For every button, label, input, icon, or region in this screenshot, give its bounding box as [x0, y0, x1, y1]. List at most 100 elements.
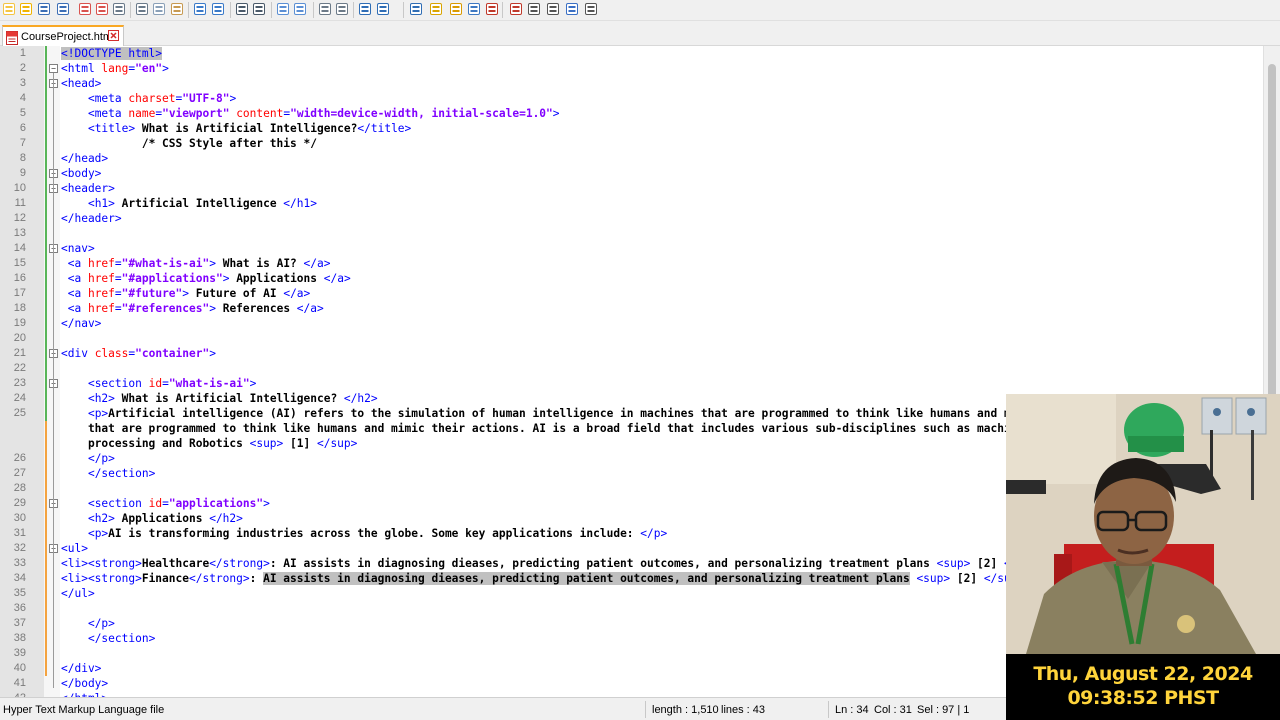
code-line: 13 — [0, 226, 1280, 241]
word-wrap-icon[interactable] — [358, 2, 372, 16]
paste-icon[interactable] — [170, 2, 184, 16]
code-token: "#what-is-ai" — [121, 257, 210, 270]
code-token: </a> — [296, 302, 324, 315]
redo-icon[interactable] — [211, 2, 225, 16]
stop-recording-icon[interactable] — [527, 2, 541, 16]
document-map-icon[interactable] — [467, 2, 481, 16]
code-token: <li><strong> — [61, 572, 142, 585]
code-token: <sup> — [249, 437, 284, 450]
line-number: 20 — [13, 332, 26, 344]
code-token: <h1> — [87, 197, 115, 210]
line-number: 29 — [13, 497, 26, 509]
status-divider — [645, 701, 646, 718]
line-number: 16 — [13, 272, 26, 284]
record-macro-icon[interactable] — [509, 2, 523, 16]
code-token: <li><strong> — [61, 557, 142, 570]
line-number: 4 — [19, 92, 26, 104]
code-token: </a> — [283, 287, 311, 300]
function-list-icon[interactable] — [429, 2, 443, 16]
code-token: > — [229, 92, 237, 105]
new-file-icon[interactable] — [2, 2, 16, 16]
code-token: = — [114, 272, 122, 285]
code-token: Healthcare — [141, 557, 210, 570]
code-token: = — [114, 287, 122, 300]
code-token: Artificial intelligence (AI) refers to t… — [108, 407, 1018, 420]
code-line: 23− <section id="what-is-ai"> — [0, 376, 1280, 391]
code-line: 15 <a href="#what-is-ai"> What is AI? </… — [0, 256, 1280, 271]
code-token: Future of AI — [189, 287, 284, 300]
indent-guide-icon[interactable] — [409, 2, 423, 16]
line-number: 41 — [13, 677, 26, 689]
undo-icon[interactable] — [193, 2, 207, 16]
code-text: /* CSS Style after this */ — [61, 136, 317, 151]
code-line: 18 <a href="#references"> References </a… — [0, 301, 1280, 316]
code-token: <section — [87, 377, 149, 390]
line-number: 15 — [13, 257, 26, 269]
folder-workspace-icon[interactable] — [449, 2, 463, 16]
code-token: </a> — [323, 272, 351, 285]
code-token: <html — [61, 62, 102, 75]
tab-courseproject[interactable]: CourseProject.html — [2, 25, 124, 46]
code-token: <ul> — [61, 542, 88, 555]
toolbar-separator — [502, 2, 503, 18]
code-text: </p> — [61, 451, 115, 466]
save-macro-icon[interactable] — [584, 2, 598, 16]
open-file-icon[interactable] — [19, 2, 33, 16]
col-label: Col : 31 — [874, 704, 912, 716]
code-token: charset — [128, 92, 176, 105]
save-all-icon[interactable] — [56, 2, 70, 16]
code-token: [2] — [970, 557, 1004, 570]
fold-toggle-icon[interactable]: − — [49, 64, 58, 73]
code-token: <a — [61, 302, 88, 315]
code-token: </body> — [61, 677, 109, 690]
code-text: <ul> — [61, 541, 88, 556]
code-token: [2] — [950, 572, 984, 585]
code-line: 22 — [0, 361, 1280, 376]
length-label: length : 1,510 — [652, 704, 719, 716]
zoom-out-icon[interactable] — [293, 2, 307, 16]
code-token: href — [87, 287, 115, 300]
code-token: id — [148, 377, 163, 390]
code-token: <sup> — [909, 572, 951, 585]
code-text: <a href="#what-is-ai"> What is AI? </a> — [61, 256, 331, 271]
close-icon[interactable] — [78, 2, 92, 16]
code-text: </div> — [61, 661, 101, 676]
line-number: 3 — [19, 77, 26, 89]
line-number: 5 — [19, 107, 26, 119]
print-icon[interactable] — [112, 2, 126, 16]
zoom-in-icon[interactable] — [276, 2, 290, 16]
code-text: <h2> Applications </h2> — [61, 511, 243, 526]
code-token: = — [162, 377, 169, 390]
sync-vertical-icon[interactable] — [318, 2, 332, 16]
monitoring-icon[interactable] — [485, 2, 499, 16]
toolbar-separator — [353, 2, 354, 18]
find-icon[interactable] — [235, 2, 249, 16]
toolbar-separator — [403, 2, 404, 18]
code-line: 14−<nav> — [0, 241, 1280, 256]
close-all-icon[interactable] — [95, 2, 109, 16]
code-text: <a href="#future"> Future of AI </a> — [61, 286, 311, 301]
replace-icon[interactable] — [252, 2, 266, 16]
sync-horizontal-icon[interactable] — [335, 2, 349, 16]
code-text: <li><strong>Healthcare</strong>: AI assi… — [61, 556, 1017, 571]
run-macro-multiple-icon[interactable] — [565, 2, 579, 16]
cut-icon[interactable] — [135, 2, 149, 16]
copy-icon[interactable] — [152, 2, 166, 16]
code-text: <h1> Artificial Intelligence </h1> — [61, 196, 317, 211]
save-icon[interactable] — [37, 2, 51, 16]
modified-change-marker — [45, 421, 47, 676]
code-token: AI assists in diagnosing dieases, predic… — [263, 572, 910, 585]
line-number: 38 — [13, 632, 26, 644]
play-macro-icon[interactable] — [546, 2, 560, 16]
line-number: 1 — [19, 47, 26, 59]
code-token: "applications" — [168, 497, 264, 510]
code-line: 7 /* CSS Style after this */ — [0, 136, 1280, 151]
show-all-characters-icon[interactable] — [376, 2, 390, 16]
code-token: <meta — [87, 107, 129, 120]
close-tab-icon[interactable] — [108, 30, 119, 41]
code-token: > — [263, 497, 270, 510]
